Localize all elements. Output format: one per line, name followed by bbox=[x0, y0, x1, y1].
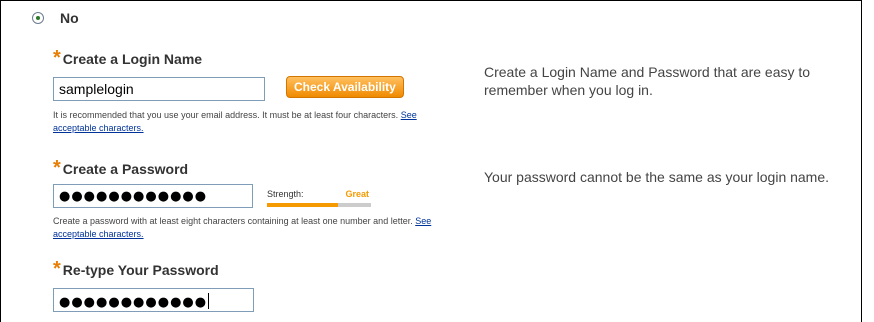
registration-form: No * Create a Login Name Check Availabil… bbox=[0, 0, 862, 322]
strength-label: Strength: bbox=[267, 189, 304, 199]
password-section: * Create a Password Strength: Great Crea… bbox=[53, 157, 453, 241]
password-help-text: Your password cannot be the same as your… bbox=[484, 169, 830, 185]
password-label: * Create a Password bbox=[53, 157, 189, 179]
strength-value: Great bbox=[345, 189, 369, 199]
text-cursor bbox=[208, 293, 210, 309]
login-name-section: * Create a Login Name Check Availability… bbox=[53, 47, 453, 135]
login-name-label: * Create a Login Name bbox=[53, 47, 203, 69]
password-hint: Create a password with at least eight ch… bbox=[53, 216, 432, 239]
required-asterisk-icon: * bbox=[53, 47, 61, 69]
retype-password-label: * Re-type Your Password bbox=[53, 258, 219, 280]
no-option-label: No bbox=[60, 10, 79, 26]
retype-password-section: * Re-type Your Password ●●●●●●●●●●●● bbox=[53, 258, 254, 312]
login-name-hint: It is recommended that you use your emai… bbox=[53, 110, 417, 133]
strength-bar-fill bbox=[267, 203, 338, 207]
required-asterisk-icon: * bbox=[53, 258, 61, 280]
password-strength-meter: Strength: Great bbox=[267, 189, 371, 207]
retype-password-input[interactable]: ●●●●●●●●●●●● bbox=[53, 288, 254, 312]
radio-selected-icon[interactable] bbox=[32, 12, 44, 24]
check-availability-button[interactable]: Check Availability bbox=[286, 76, 404, 98]
no-option[interactable]: No bbox=[32, 10, 79, 26]
login-name-input[interactable] bbox=[53, 77, 265, 101]
required-asterisk-icon: * bbox=[53, 157, 61, 179]
login-help-text: Create a Login Name and Password that ar… bbox=[484, 64, 811, 98]
password-input[interactable] bbox=[53, 184, 253, 208]
strength-bar bbox=[267, 203, 371, 207]
